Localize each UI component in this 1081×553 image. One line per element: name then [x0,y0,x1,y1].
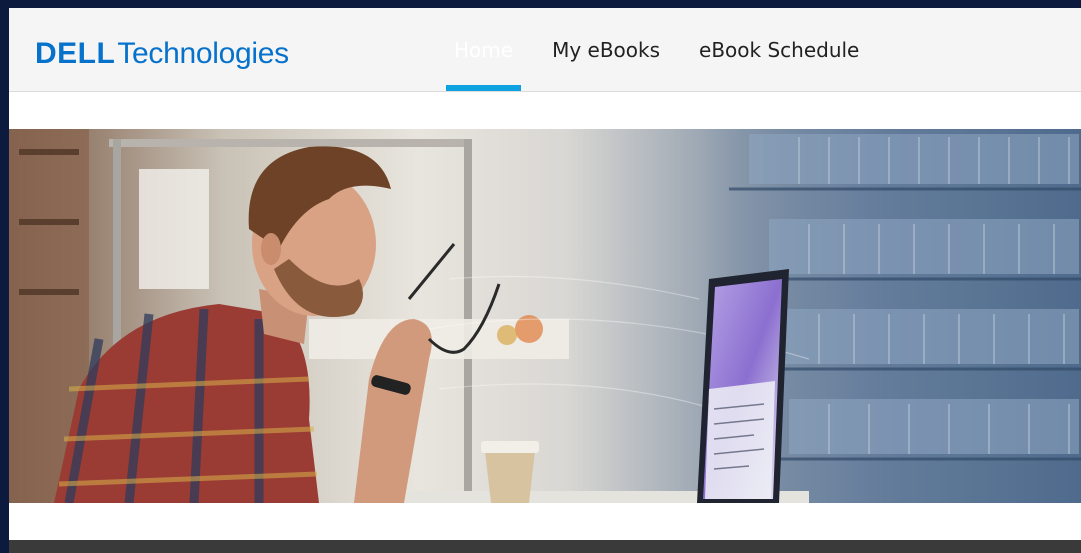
monitor-icon [697,269,789,503]
dell-technologies-logo[interactable]: DELL Technologies [35,36,289,72]
hero-illustration [9,129,1081,503]
logo-suffix: Technologies [117,37,289,70]
nav-item-my-ebooks[interactable]: My eBooks [544,8,668,91]
nav-item-ebook-schedule[interactable]: eBook Schedule [691,8,867,91]
main-nav: Home My eBooks eBook Schedule [446,8,890,91]
footer-strip [9,540,1081,553]
page-frame: DELL Technologies Home My eBooks eBook S… [9,8,1081,553]
logo-brand: DELL [35,37,116,70]
nav-item-home[interactable]: Home [446,8,522,91]
hero-banner [9,129,1081,503]
top-navigation-bar: DELL Technologies Home My eBooks eBook S… [9,8,1081,92]
